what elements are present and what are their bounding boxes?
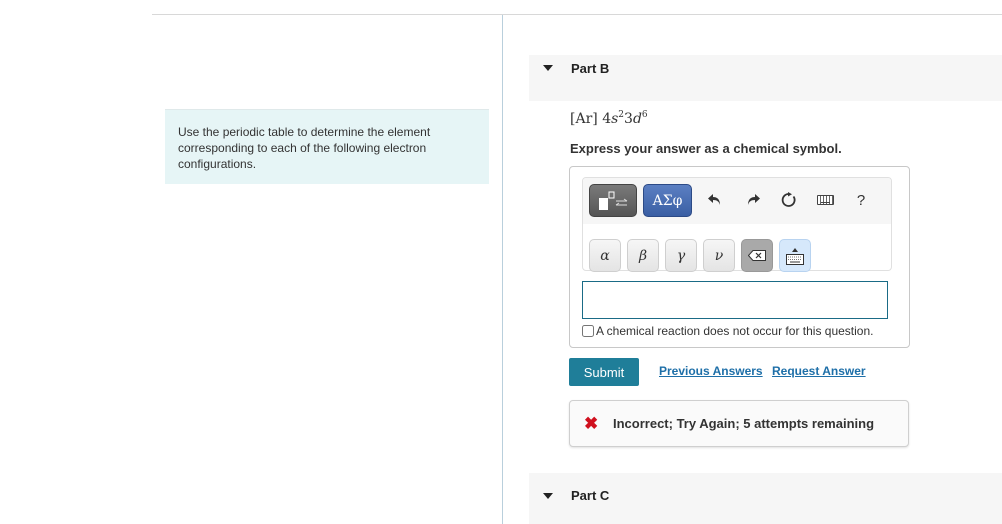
math-toolbar: ΑΣφ ? α β γ ν: [582, 177, 892, 272]
orbital-1-n: 4: [602, 111, 612, 127]
templates-button[interactable]: [589, 184, 637, 217]
greek-symbols-button[interactable]: ΑΣφ: [643, 184, 692, 217]
backspace-icon: [748, 250, 766, 261]
incorrect-x-icon: ✖: [584, 413, 599, 433]
part-b-title: Part B: [571, 61, 610, 76]
backspace-button[interactable]: [741, 239, 773, 272]
keyboard-shortcuts-button[interactable]: [811, 186, 839, 214]
help-button[interactable]: ?: [849, 186, 873, 214]
part-b-header[interactable]: Part B: [529, 55, 1002, 101]
nu-key[interactable]: ν: [703, 239, 735, 272]
keyboard-toggle-icon: [786, 247, 804, 265]
reset-icon: [781, 192, 796, 207]
gamma-key[interactable]: γ: [665, 239, 697, 272]
no-reaction-option[interactable]: A chemical reaction does not occur for t…: [582, 324, 873, 338]
templates-icon: [599, 191, 628, 210]
request-answer-link[interactable]: Request Answer: [772, 364, 866, 378]
caret-down-icon[interactable]: [543, 65, 553, 71]
electron-configuration: [Ar] 4s23d6: [570, 110, 648, 127]
submit-button[interactable]: Submit: [569, 358, 639, 386]
intro-instructions: Use the periodic table to determine the …: [165, 109, 489, 184]
caret-down-icon[interactable]: [543, 493, 553, 499]
no-reaction-label: A chemical reaction does not occur for t…: [596, 324, 874, 338]
part-c-title: Part C: [571, 488, 610, 503]
answer-input[interactable]: [582, 281, 888, 319]
part-c-header[interactable]: Part C: [529, 473, 1002, 524]
answer-panel: ΑΣφ ? α β γ ν A chemical reaction does n…: [569, 166, 910, 348]
answer-instruction: Express your answer as a chemical symbol…: [570, 141, 842, 156]
alpha-key[interactable]: α: [589, 239, 621, 272]
reset-button[interactable]: [775, 186, 803, 214]
top-divider: [152, 14, 1002, 15]
orbital-2-electrons: 6: [641, 110, 648, 120]
orbital-2-n: 3: [624, 111, 633, 127]
previous-answers-link[interactable]: Previous Answers: [659, 364, 763, 378]
keyboard-icon: [816, 195, 834, 205]
undo-icon: [708, 194, 720, 205]
undo-button[interactable]: [701, 186, 729, 214]
intro-text: Use the periodic table to determine the …: [178, 125, 431, 171]
feedback-text: Incorrect; Try Again; 5 attempts remaini…: [613, 416, 875, 431]
orbital-2-l: d: [632, 111, 642, 127]
redo-button[interactable]: [739, 186, 767, 214]
beta-key[interactable]: β: [627, 239, 659, 272]
no-reaction-checkbox[interactable]: [582, 325, 594, 337]
feedback-message: ✖ Incorrect; Try Again; 5 attempts remai…: [569, 400, 909, 447]
noble-gas-core: [Ar]: [570, 111, 598, 127]
show-keyboard-button[interactable]: [779, 239, 811, 272]
redo-icon: [748, 194, 760, 205]
column-divider: [502, 15, 503, 524]
